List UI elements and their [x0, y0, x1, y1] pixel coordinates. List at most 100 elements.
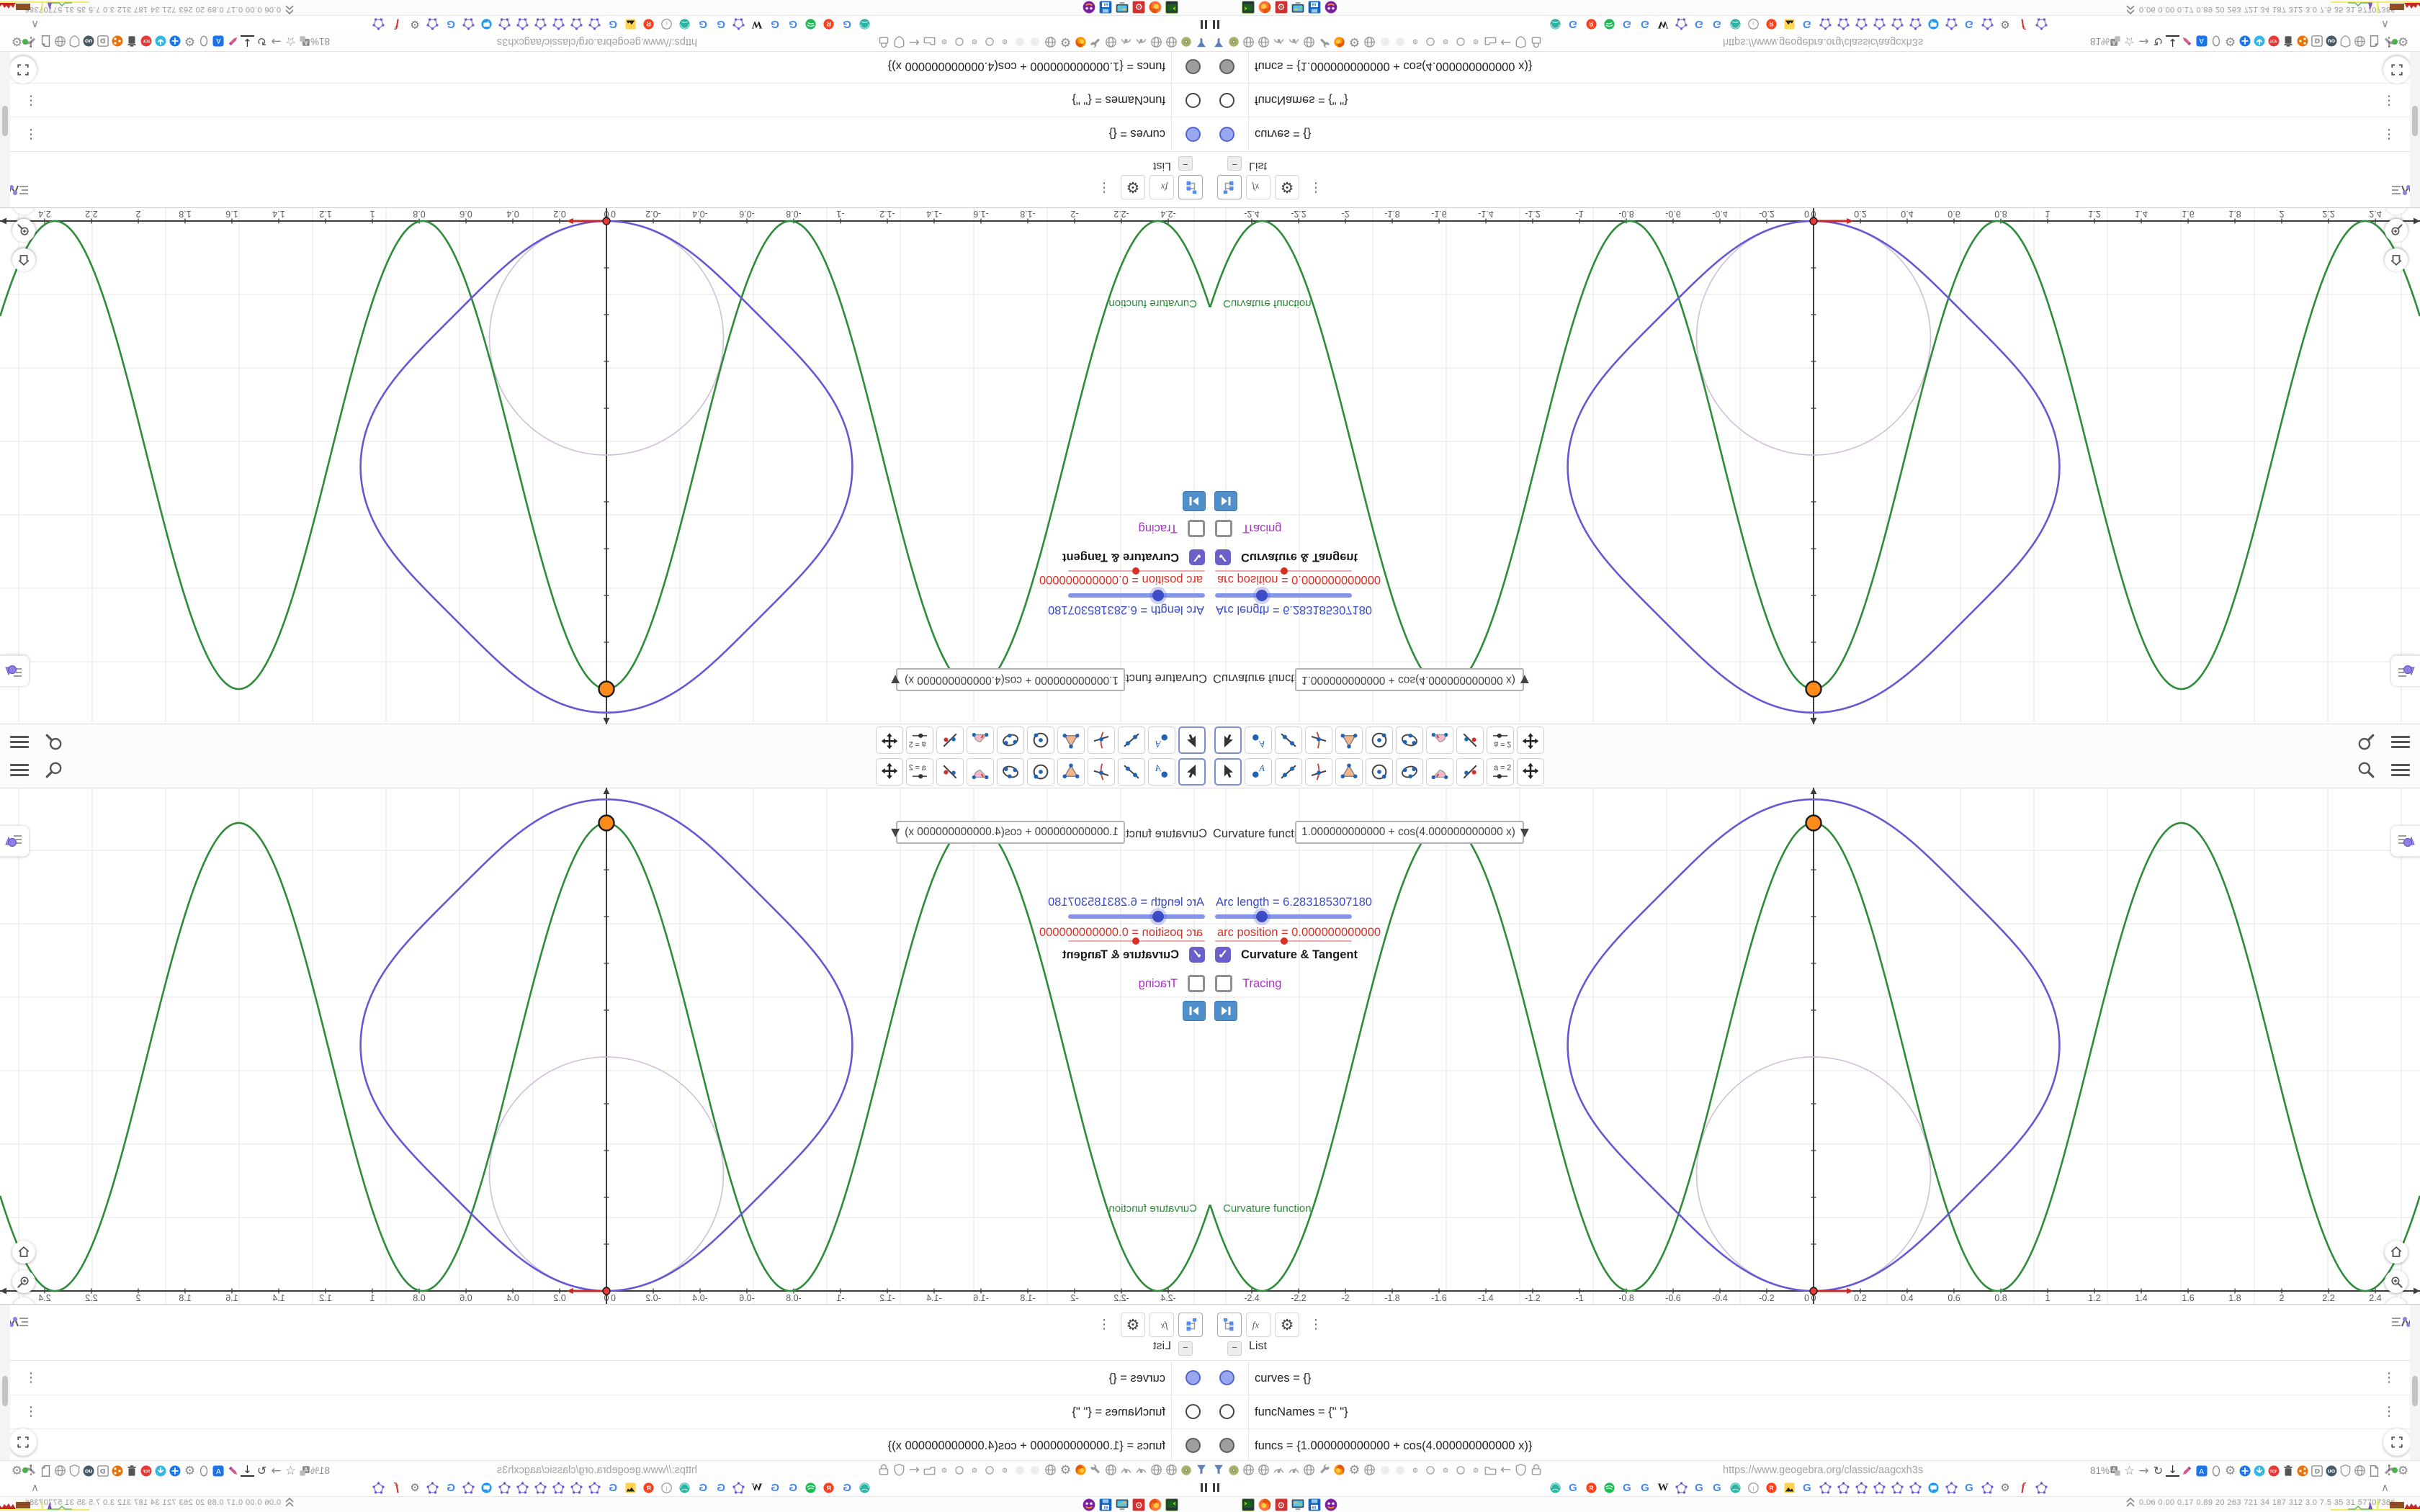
ellipse-tool-icon[interactable]: [1396, 758, 1423, 786]
algebra-row-2[interactable]: funcNames = {" "} ⋮: [0, 1395, 1210, 1429]
globe-icon[interactable]: [53, 34, 67, 49]
menu-icon[interactable]: [2391, 761, 2410, 779]
folder-icon[interactable]: [923, 1462, 936, 1477]
gauge-icon[interactable]: [1287, 1462, 1301, 1477]
perpendicular-line-tool-icon[interactable]: [1088, 758, 1115, 786]
tree-view-button[interactable]: [1217, 1313, 1242, 1337]
forward-icon[interactable]: →: [269, 1463, 283, 1478]
favicon-gear[interactable]: ⚙: [1999, 18, 2012, 31]
arrow-left-icon[interactable]: ←: [908, 1462, 921, 1477]
polygon-tool-icon[interactable]: [1335, 758, 1363, 786]
move-graphics-tool-icon[interactable]: [1517, 726, 1544, 754]
lens-icon[interactable]: [1227, 1462, 1240, 1477]
globe-icon[interactable]: [1302, 1462, 1316, 1477]
favicon-teal[interactable]: [1549, 18, 1561, 31]
oval-icon[interactable]: [197, 1463, 211, 1478]
arc-position-slider[interactable]: [1215, 937, 1352, 945]
favicon-G[interactable]: G: [1621, 18, 1634, 31]
trash-icon[interactable]: [2281, 34, 2295, 49]
algebra-row-1[interactable]: curves = {} ⋮: [0, 117, 1210, 150]
favicon-ggb[interactable]: [516, 18, 529, 31]
panel-scrollbar[interactable]: [2410, 1305, 2420, 1461]
favicon-W[interactable]: W: [750, 1481, 763, 1494]
angle-tool-icon[interactable]: [967, 726, 994, 754]
page-icon[interactable]: [2367, 1463, 2381, 1478]
favicon-ggb[interactable]: [552, 1481, 565, 1494]
arc-position-point[interactable]: [1809, 1287, 1818, 1295]
fullscreen-button[interactable]: [2383, 1428, 2411, 1456]
plot-canvas[interactable]: -2.4 -2.2 -2 -1.8 -1.6 -1.4 -1.2 -1 -0.8 -0.6 -0.4…: [0, 208, 1210, 724]
taskbar-app-monitor[interactable]: [1115, 0, 1129, 14]
favicon-ggb[interactable]: [1837, 18, 1850, 31]
favicon-f[interactable]: f: [2017, 18, 2030, 31]
favicon-teal[interactable]: [1729, 1481, 1742, 1494]
menu-icon[interactable]: [10, 734, 29, 752]
favicon-ggb[interactable]: [552, 18, 565, 31]
curvature-tangent-checkbox[interactable]: ✓: [1215, 549, 1231, 565]
ring-icon[interactable]: [1453, 1462, 1467, 1477]
page-icon[interactable]: [39, 1463, 53, 1478]
shield-icon[interactable]: [68, 34, 81, 49]
plus-blue-icon[interactable]: [2238, 1463, 2251, 1478]
wrench-icon[interactable]: [1089, 35, 1103, 50]
row-kebab-icon[interactable]: ⋮: [2383, 1372, 2396, 1385]
favicon-G[interactable]: G: [1963, 1481, 1976, 1494]
visibility-toggle[interactable]: [1219, 127, 1234, 142]
gear-icon[interactable]: ⚙: [1059, 1462, 1072, 1477]
favicon-G[interactable]: G: [786, 18, 799, 31]
trash-icon[interactable]: [125, 34, 139, 49]
visibility-toggle[interactable]: [1186, 1438, 1201, 1453]
favicon-ya[interactable]: R: [823, 1481, 835, 1494]
pencil-icon[interactable]: [226, 1463, 240, 1478]
arc-position-slider[interactable]: [1068, 937, 1205, 945]
move-tool-icon[interactable]: [1178, 726, 1206, 754]
favicon-G[interactable]: G: [841, 18, 853, 31]
circle-tool-icon[interactable]: [1366, 758, 1393, 786]
graphics-stylebar-toggle[interactable]: [0, 825, 30, 857]
algebra-row-2[interactable]: funcNames = {" "} ⋮: [1210, 83, 2420, 117]
favicon-ggb[interactable]: [1873, 1481, 1886, 1494]
translate-icon[interactable]: A: [298, 34, 312, 49]
translate-icon[interactable]: A: [2108, 1463, 2122, 1478]
favicon-chat[interactable]: [480, 1481, 493, 1494]
gear-icon[interactable]: ⚙: [2223, 34, 2237, 49]
algebra-row-2[interactable]: funcNames = {" "} ⋮: [0, 83, 1210, 117]
fullscreen-button[interactable]: [2383, 56, 2411, 84]
favicon-W[interactable]: W: [1657, 1481, 1670, 1494]
favicon-ggb[interactable]: [516, 1481, 529, 1494]
angle-tool-icon[interactable]: [967, 758, 994, 786]
globe-icon[interactable]: [1363, 35, 1376, 50]
search-icon[interactable]: [2357, 760, 2375, 779]
favicon-img[interactable]: [624, 18, 637, 31]
favicon-ya[interactable]: R: [1765, 1481, 1778, 1494]
move-graphics-tool-icon[interactable]: [1517, 758, 1544, 786]
graphics-view[interactable]: -2.4 -2.2 -2 -1.8 -1.6 -1.4 -1.2 -1 -0.8 -0.6 -0.4…: [1210, 192, 2420, 724]
ghost-icon[interactable]: [1028, 35, 1042, 50]
favicon-ggb[interactable]: [570, 18, 583, 31]
download-icon[interactable]: ↓: [2166, 1463, 2179, 1478]
settings-gear-button[interactable]: ⚙: [1275, 1313, 1299, 1337]
globe-icon[interactable]: [53, 1463, 67, 1478]
favicon-teal[interactable]: [678, 18, 691, 31]
share-orange-icon[interactable]: [2295, 34, 2309, 49]
arc-position-knob[interactable]: [1281, 567, 1288, 575]
favicon-info[interactable]: i: [660, 1481, 673, 1494]
arc-length-slider[interactable]: [1215, 587, 1352, 604]
d-box-icon[interactable]: D: [2310, 34, 2323, 49]
translate-blue-icon[interactable]: A: [2195, 34, 2208, 49]
globe-icon[interactable]: [1150, 1462, 1163, 1477]
favicon-gear[interactable]: ⚙: [408, 1481, 421, 1494]
curvature-tangent-checkbox[interactable]: ✓: [1189, 947, 1205, 963]
wrench-icon[interactable]: [1089, 1462, 1103, 1477]
ghost-icon[interactable]: [1378, 1462, 1392, 1477]
taskbar-app-red-gear[interactable]: ⚙: [1131, 1498, 1146, 1512]
chevron-up-icon[interactable]: ∧: [2381, 18, 2389, 31]
lock-icon[interactable]: [1529, 1462, 1543, 1477]
translate-blue-icon[interactable]: A: [212, 34, 225, 49]
favicon-ggb[interactable]: [462, 1481, 475, 1494]
favicon-ggb[interactable]: [570, 1481, 583, 1494]
translate-icon[interactable]: A: [298, 1463, 312, 1478]
taskbar-app-terminal[interactable]: [1241, 1498, 1255, 1512]
fx-view-button[interactable]: fx: [1246, 1313, 1270, 1337]
favicon-ggb[interactable]: [1819, 18, 1832, 31]
